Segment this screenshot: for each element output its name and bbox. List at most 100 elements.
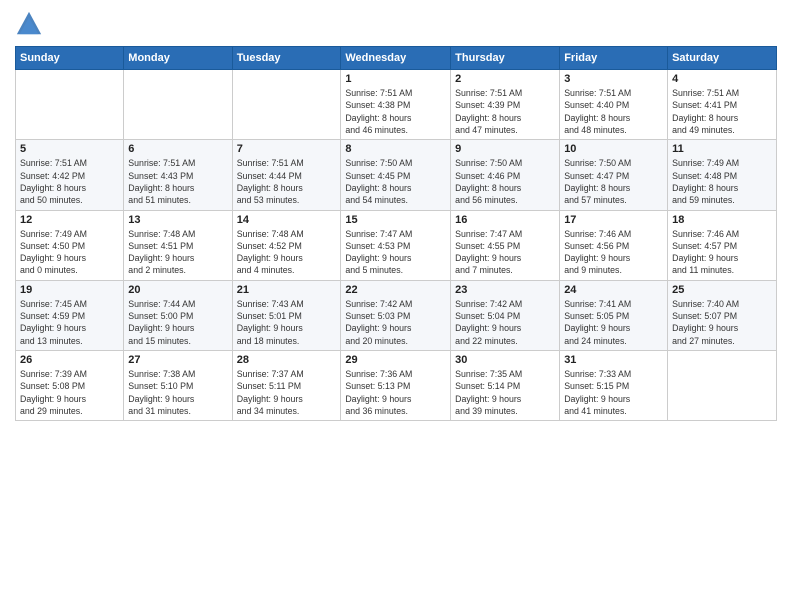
calendar-cell: 18 Sunrise: 7:46 AM Sunset: 4:57 PM Dayli… <box>668 210 777 280</box>
day-info: Sunrise: 7:51 AM Sunset: 4:42 PM Dayligh… <box>20 157 119 206</box>
day-number: 25 <box>672 284 772 296</box>
day-number: 13 <box>128 214 227 226</box>
day-number: 9 <box>455 143 555 155</box>
day-number: 17 <box>564 214 663 226</box>
day-number: 15 <box>345 214 446 226</box>
day-number: 26 <box>20 354 119 366</box>
logo <box>15 10 47 38</box>
calendar-cell: 19Sunrise: 7:45 AM Sunset: 4:59 PM Dayli… <box>16 280 124 350</box>
day-number: 19 <box>20 284 119 296</box>
calendar-week-5: 26 Sunrise: 7:39 AM Sunset: 5:08 PM Dayli… <box>16 351 777 421</box>
day-number: 18 <box>672 214 772 226</box>
calendar-week-4: 19Sunrise: 7:45 AM Sunset: 4:59 PM Dayli… <box>16 280 777 350</box>
calendar-cell: 2 Sunrise: 7:51 AM Sunset: 4:39 PM Daylig… <box>451 70 560 140</box>
day-number: 10 <box>564 143 663 155</box>
calendar-cell: 28 Sunrise: 7:37 AM Sunset: 5:11 PM Dayli… <box>232 351 341 421</box>
calendar-cell: 13 Sunrise: 7:48 AM Sunset: 4:51 PM Dayli… <box>124 210 232 280</box>
calendar-cell <box>668 351 777 421</box>
day-info: Sunrise: 7:37 AM Sunset: 5:11 PM Dayligh… <box>237 368 337 417</box>
calendar-cell: 4Sunrise: 7:51 AM Sunset: 4:41 PM Daylig… <box>668 70 777 140</box>
day-number: 4 <box>672 73 772 85</box>
day-info: Sunrise: 7:41 AM Sunset: 5:05 PM Dayligh… <box>564 298 663 347</box>
day-info: Sunrise: 7:47 AM Sunset: 4:55 PM Dayligh… <box>455 228 555 277</box>
day-number: 20 <box>128 284 227 296</box>
day-number: 6 <box>128 143 227 155</box>
day-number: 31 <box>564 354 663 366</box>
calendar-cell: 21Sunrise: 7:43 AM Sunset: 5:01 PM Dayli… <box>232 280 341 350</box>
day-number: 27 <box>128 354 227 366</box>
day-info: Sunrise: 7:51 AM Sunset: 4:38 PM Dayligh… <box>345 87 446 136</box>
calendar-cell: 15 Sunrise: 7:47 AM Sunset: 4:53 PM Dayli… <box>341 210 451 280</box>
day-info: Sunrise: 7:38 AM Sunset: 5:10 PM Dayligh… <box>128 368 227 417</box>
day-info: Sunrise: 7:43 AM Sunset: 5:01 PM Dayligh… <box>237 298 337 347</box>
day-number: 5 <box>20 143 119 155</box>
logo-icon <box>15 10 43 38</box>
day-info: Sunrise: 7:51 AM Sunset: 4:44 PM Dayligh… <box>237 157 337 206</box>
calendar-cell: 3Sunrise: 7:51 AM Sunset: 4:40 PM Daylig… <box>560 70 668 140</box>
calendar-cell: 24 Sunrise: 7:41 AM Sunset: 5:05 PM Dayli… <box>560 280 668 350</box>
day-number: 2 <box>455 73 555 85</box>
weekday-header-tuesday: Tuesday <box>232 47 341 70</box>
day-number: 28 <box>237 354 337 366</box>
calendar-cell: 12Sunrise: 7:49 AM Sunset: 4:50 PM Dayli… <box>16 210 124 280</box>
weekday-header-monday: Monday <box>124 47 232 70</box>
calendar-cell: 30 Sunrise: 7:35 AM Sunset: 5:14 PM Dayli… <box>451 351 560 421</box>
day-info: Sunrise: 7:40 AM Sunset: 5:07 PM Dayligh… <box>672 298 772 347</box>
calendar-cell: 8 Sunrise: 7:50 AM Sunset: 4:45 PM Daylig… <box>341 140 451 210</box>
page-container: SundayMondayTuesdayWednesdayThursdayFrid… <box>0 0 792 429</box>
calendar-cell: 6 Sunrise: 7:51 AM Sunset: 4:43 PM Daylig… <box>124 140 232 210</box>
calendar-cell: 14Sunrise: 7:48 AM Sunset: 4:52 PM Dayli… <box>232 210 341 280</box>
calendar-cell: 26 Sunrise: 7:39 AM Sunset: 5:08 PM Dayli… <box>16 351 124 421</box>
day-info: Sunrise: 7:50 AM Sunset: 4:47 PM Dayligh… <box>564 157 663 206</box>
day-info: Sunrise: 7:46 AM Sunset: 4:56 PM Dayligh… <box>564 228 663 277</box>
day-info: Sunrise: 7:36 AM Sunset: 5:13 PM Dayligh… <box>345 368 446 417</box>
day-info: Sunrise: 7:49 AM Sunset: 4:48 PM Dayligh… <box>672 157 772 206</box>
calendar-cell: 9 Sunrise: 7:50 AM Sunset: 4:46 PM Daylig… <box>451 140 560 210</box>
calendar-cell: 20 Sunrise: 7:44 AM Sunset: 5:00 PM Dayli… <box>124 280 232 350</box>
day-info: Sunrise: 7:47 AM Sunset: 4:53 PM Dayligh… <box>345 228 446 277</box>
day-info: Sunrise: 7:51 AM Sunset: 4:43 PM Dayligh… <box>128 157 227 206</box>
calendar-cell: 11Sunrise: 7:49 AM Sunset: 4:48 PM Dayli… <box>668 140 777 210</box>
day-number: 14 <box>237 214 337 226</box>
calendar-cell: 22Sunrise: 7:42 AM Sunset: 5:03 PM Dayli… <box>341 280 451 350</box>
calendar-cell: 17 Sunrise: 7:46 AM Sunset: 4:56 PM Dayli… <box>560 210 668 280</box>
day-info: Sunrise: 7:42 AM Sunset: 5:04 PM Dayligh… <box>455 298 555 347</box>
weekday-header-sunday: Sunday <box>16 47 124 70</box>
weekday-header-saturday: Saturday <box>668 47 777 70</box>
calendar-week-2: 5 Sunrise: 7:51 AM Sunset: 4:42 PM Daylig… <box>16 140 777 210</box>
day-info: Sunrise: 7:46 AM Sunset: 4:57 PM Dayligh… <box>672 228 772 277</box>
header <box>15 10 777 38</box>
calendar-cell: 25 Sunrise: 7:40 AM Sunset: 5:07 PM Dayli… <box>668 280 777 350</box>
calendar-cell: 10 Sunrise: 7:50 AM Sunset: 4:47 PM Dayli… <box>560 140 668 210</box>
day-info: Sunrise: 7:44 AM Sunset: 5:00 PM Dayligh… <box>128 298 227 347</box>
calendar-cell: 7Sunrise: 7:51 AM Sunset: 4:44 PM Daylig… <box>232 140 341 210</box>
day-info: Sunrise: 7:42 AM Sunset: 5:03 PM Dayligh… <box>345 298 446 347</box>
day-info: Sunrise: 7:50 AM Sunset: 4:45 PM Dayligh… <box>345 157 446 206</box>
day-number: 16 <box>455 214 555 226</box>
day-number: 30 <box>455 354 555 366</box>
day-info: Sunrise: 7:48 AM Sunset: 4:51 PM Dayligh… <box>128 228 227 277</box>
calendar-week-3: 12Sunrise: 7:49 AM Sunset: 4:50 PM Dayli… <box>16 210 777 280</box>
weekday-header-friday: Friday <box>560 47 668 70</box>
day-number: 8 <box>345 143 446 155</box>
day-number: 23 <box>455 284 555 296</box>
calendar-week-1: 1 Sunrise: 7:51 AM Sunset: 4:38 PM Daylig… <box>16 70 777 140</box>
calendar-cell: 27 Sunrise: 7:38 AM Sunset: 5:10 PM Dayli… <box>124 351 232 421</box>
day-info: Sunrise: 7:39 AM Sunset: 5:08 PM Dayligh… <box>20 368 119 417</box>
calendar-cell <box>16 70 124 140</box>
calendar-cell <box>124 70 232 140</box>
day-info: Sunrise: 7:50 AM Sunset: 4:46 PM Dayligh… <box>455 157 555 206</box>
day-number: 29 <box>345 354 446 366</box>
calendar: SundayMondayTuesdayWednesdayThursdayFrid… <box>15 46 777 421</box>
weekday-header-thursday: Thursday <box>451 47 560 70</box>
day-number: 12 <box>20 214 119 226</box>
day-number: 1 <box>345 73 446 85</box>
calendar-cell: 5 Sunrise: 7:51 AM Sunset: 4:42 PM Daylig… <box>16 140 124 210</box>
day-info: Sunrise: 7:51 AM Sunset: 4:40 PM Dayligh… <box>564 87 663 136</box>
calendar-cell: 16 Sunrise: 7:47 AM Sunset: 4:55 PM Dayli… <box>451 210 560 280</box>
day-number: 24 <box>564 284 663 296</box>
day-info: Sunrise: 7:35 AM Sunset: 5:14 PM Dayligh… <box>455 368 555 417</box>
weekday-header-row: SundayMondayTuesdayWednesdayThursdayFrid… <box>16 47 777 70</box>
calendar-cell: 23 Sunrise: 7:42 AM Sunset: 5:04 PM Dayli… <box>451 280 560 350</box>
day-info: Sunrise: 7:51 AM Sunset: 4:39 PM Dayligh… <box>455 87 555 136</box>
